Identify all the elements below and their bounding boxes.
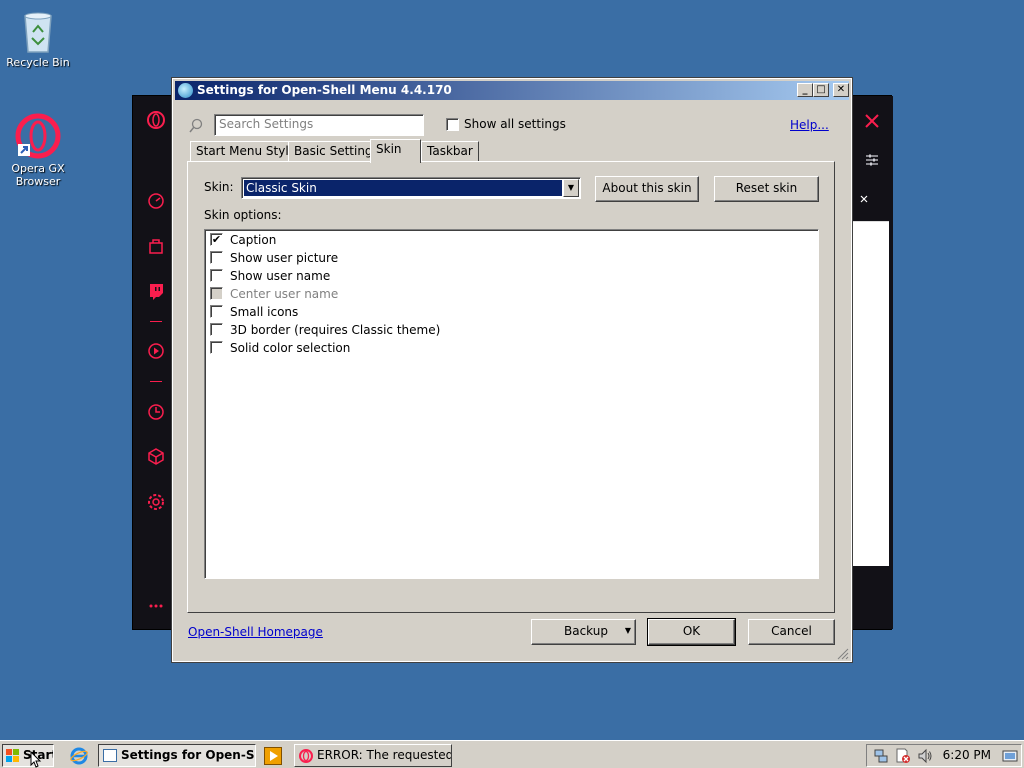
taskbar: Start Settings for Open-Sh... ERROR: The… bbox=[0, 740, 1024, 768]
tab-taskbar[interactable]: Taskbar bbox=[421, 141, 479, 162]
network-icon[interactable] bbox=[873, 748, 889, 764]
option-center-user-name: Center user name bbox=[210, 286, 338, 304]
skin-options-list[interactable]: ✔ Caption Show user picture Show user na… bbox=[204, 229, 819, 579]
opera-page-content bbox=[853, 221, 889, 566]
reset-skin-button[interactable]: Reset skin bbox=[714, 176, 819, 202]
option-label: Caption bbox=[230, 233, 277, 247]
backup-button[interactable]: Backup ▼ bbox=[531, 619, 636, 645]
option-caption[interactable]: ✔ Caption bbox=[210, 232, 276, 250]
windows-logo-icon bbox=[6, 749, 19, 762]
checkbox-disabled bbox=[210, 287, 223, 300]
dropdown-arrow-icon: ▼ bbox=[624, 626, 631, 635]
clock[interactable]: 6:20 PM bbox=[943, 748, 991, 762]
about-skin-button[interactable]: About this skin bbox=[595, 176, 699, 202]
dialog-titlebar[interactable]: Settings for Open-Shell Menu 4.4.170 _ □… bbox=[175, 81, 849, 100]
option-label: 3D border (requires Classic theme) bbox=[230, 323, 441, 337]
checkbox[interactable] bbox=[210, 251, 223, 264]
show-all-settings-checkbox[interactable] bbox=[446, 118, 459, 131]
option-label: Center user name bbox=[230, 287, 339, 301]
extensions-cube-icon[interactable] bbox=[146, 446, 166, 466]
recycle-bin-icon bbox=[24, 12, 52, 53]
checkbox[interactable] bbox=[210, 341, 223, 354]
taskbar-window-opera-error[interactable]: ERROR: The requested ... bbox=[294, 744, 452, 767]
desktop-icon-label: Recycle Bin bbox=[6, 56, 70, 69]
taskbar-window-label: ERROR: The requested ... bbox=[317, 748, 452, 762]
option-label: Solid color selection bbox=[230, 341, 351, 355]
twitch-icon[interactable] bbox=[146, 281, 166, 301]
option-show-user-name[interactable]: Show user name bbox=[210, 268, 330, 286]
more-dots-icon[interactable] bbox=[146, 596, 166, 616]
system-tray: 6:20 PM bbox=[866, 744, 1022, 767]
opera-logo-icon[interactable] bbox=[146, 110, 166, 130]
history-clock-icon[interactable] bbox=[146, 402, 166, 422]
desktop-icon-label: Opera GX Browser bbox=[11, 162, 65, 188]
media-player-icon[interactable] bbox=[264, 747, 282, 765]
resize-grip-icon[interactable] bbox=[836, 647, 849, 660]
tab-label: Start Menu Style bbox=[196, 144, 297, 158]
cancel-button[interactable]: Cancel bbox=[748, 619, 835, 645]
sidebar-separator bbox=[150, 321, 162, 322]
ok-button[interactable]: OK bbox=[647, 618, 736, 646]
option-label: Show user name bbox=[230, 269, 331, 283]
tab-start-menu-style[interactable]: Start Menu Style bbox=[190, 141, 303, 162]
start-button[interactable]: Start bbox=[2, 744, 54, 767]
maximize-button[interactable]: □ bbox=[813, 83, 829, 97]
internet-explorer-icon[interactable] bbox=[70, 747, 88, 765]
option-show-user-picture[interactable]: Show user picture bbox=[210, 250, 338, 268]
mouse-cursor-icon bbox=[30, 751, 42, 768]
minimize-button[interactable]: _ bbox=[797, 83, 813, 97]
option-label: Small icons bbox=[230, 305, 299, 319]
desktop-icon-opera-gx[interactable]: Opera GX Browser bbox=[0, 112, 76, 188]
small-close-icon[interactable] bbox=[859, 194, 869, 204]
window-app-icon bbox=[103, 749, 117, 762]
skin-selected-value: Classic Skin bbox=[244, 180, 562, 196]
show-all-settings-label[interactable]: Show all settings bbox=[464, 117, 566, 131]
action-center-warning-icon[interactable] bbox=[895, 748, 911, 764]
open-shell-homepage-link[interactable]: Open-Shell Homepage bbox=[188, 625, 323, 639]
easy-setup-icon[interactable] bbox=[865, 153, 879, 167]
checkbox-checked[interactable]: ✔ bbox=[210, 233, 223, 246]
taskbar-window-label: Settings for Open-Sh... bbox=[121, 748, 255, 762]
option-small-icons[interactable]: Small icons bbox=[210, 304, 298, 322]
skin-label: Skin: bbox=[204, 180, 234, 194]
taskbar-window-settings[interactable]: Settings for Open-Sh... bbox=[98, 744, 256, 767]
desktop-icon-recycle-bin[interactable]: Recycle Bin bbox=[0, 8, 76, 69]
dialog-title: Settings for Open-Shell Menu 4.4.170 bbox=[197, 83, 452, 97]
show-desktop-icon[interactable] bbox=[1002, 748, 1018, 764]
settings-gear-icon[interactable] bbox=[146, 492, 166, 512]
close-button[interactable]: ✕ bbox=[833, 83, 849, 97]
opera-gx-icon bbox=[15, 113, 61, 159]
play-triangle bbox=[270, 751, 278, 761]
option-label: Show user picture bbox=[230, 251, 339, 265]
tab-skin[interactable]: Skin bbox=[370, 139, 421, 163]
checkbox[interactable] bbox=[210, 269, 223, 282]
help-link[interactable]: Help... bbox=[790, 118, 829, 132]
tab-label: Taskbar bbox=[427, 144, 473, 158]
close-icon[interactable] bbox=[865, 114, 879, 128]
sidebar-separator bbox=[150, 381, 162, 382]
chevron-down-icon[interactable]: ▼ bbox=[563, 179, 579, 197]
option-solid-color-selection[interactable]: Solid color selection bbox=[210, 340, 350, 358]
checkbox[interactable] bbox=[210, 323, 223, 336]
volume-icon[interactable] bbox=[917, 748, 933, 764]
speed-dial-icon[interactable] bbox=[146, 191, 166, 211]
shop-bag-icon[interactable] bbox=[146, 236, 166, 256]
tab-label: Basic Settings bbox=[294, 144, 379, 158]
skin-dropdown[interactable]: Classic Skin ▼ bbox=[241, 177, 581, 199]
backup-label: Backup bbox=[564, 624, 608, 638]
skin-options-label: Skin options: bbox=[204, 208, 282, 222]
opera-icon bbox=[299, 749, 313, 763]
checkbox[interactable] bbox=[210, 305, 223, 318]
tab-label: Skin bbox=[376, 142, 402, 156]
search-icon bbox=[189, 118, 203, 133]
search-input[interactable]: Search Settings bbox=[214, 114, 424, 136]
player-icon[interactable] bbox=[146, 341, 166, 361]
option-3d-border[interactable]: 3D border (requires Classic theme) bbox=[210, 322, 440, 340]
open-shell-shell-icon bbox=[178, 83, 193, 98]
